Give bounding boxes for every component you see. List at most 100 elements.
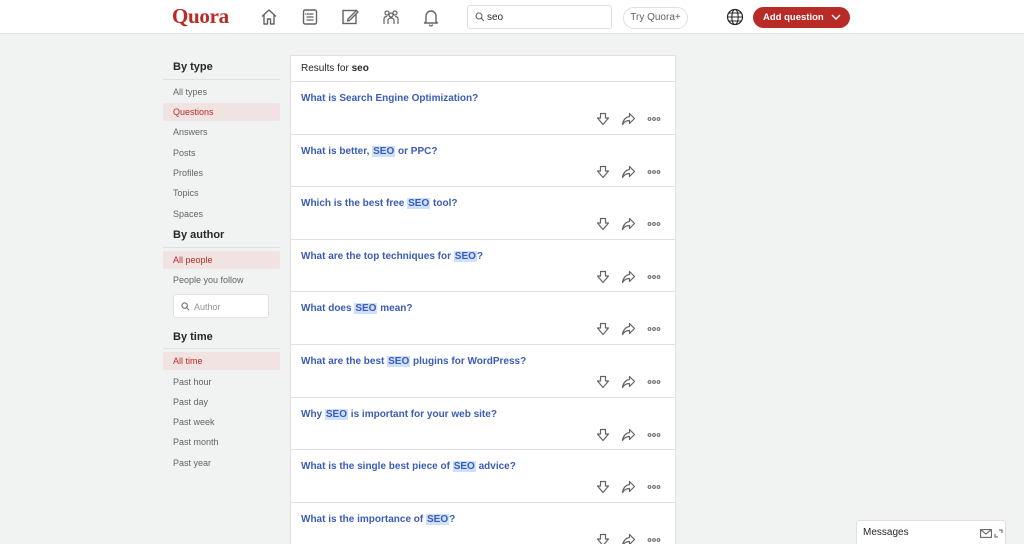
filter-all-time[interactable]: All time	[163, 352, 280, 370]
answer-icon[interactable]	[340, 7, 360, 27]
filter-answers[interactable]: Answers	[163, 123, 280, 141]
downvote-icon[interactable]	[596, 428, 612, 442]
question-title-text: or PPC?	[395, 145, 438, 157]
question-title-link[interactable]: What is the single best piece of SEO adv…	[301, 461, 516, 473]
question-title-link[interactable]: What are the best SEO plugins for WordPr…	[301, 355, 526, 367]
share-icon[interactable]	[621, 217, 637, 231]
by-time-heading: By time	[173, 331, 213, 343]
filter-past-hour[interactable]: Past hour	[163, 373, 280, 391]
question-title-link[interactable]: Why SEO is important for your web site?	[301, 408, 497, 420]
filter-profiles[interactable]: Profiles	[163, 164, 280, 182]
downvote-icon[interactable]	[596, 112, 612, 126]
more-options-icon[interactable]	[647, 375, 663, 389]
author-input[interactable]	[194, 299, 264, 315]
filter-people-you-follow[interactable]: People you follow	[163, 271, 280, 289]
downvote-icon[interactable]	[596, 322, 612, 336]
filter-past-day[interactable]: Past day	[163, 393, 280, 411]
question-title-text: ?	[449, 513, 456, 525]
question-title-link[interactable]: What is the importance of SEO?	[301, 513, 456, 525]
try-quora-plus-button[interactable]: Try Quora+	[623, 7, 688, 29]
query-highlight: SEO	[452, 461, 476, 473]
share-icon[interactable]	[621, 165, 637, 179]
notifications-bell-icon[interactable]	[421, 7, 441, 27]
filter-all-types[interactable]: All types	[163, 83, 280, 101]
question-title-text: What is the importance of	[301, 513, 427, 525]
more-options-icon[interactable]	[647, 428, 663, 442]
more-options-icon[interactable]	[647, 217, 663, 231]
question-title-text: advice?	[475, 461, 516, 473]
question-title-text: What is the single best piece of	[301, 461, 453, 473]
filter-posts[interactable]: Posts	[163, 144, 280, 162]
question-result-row: What is the importance of SEO?	[291, 503, 675, 544]
downvote-icon[interactable]	[596, 165, 612, 179]
following-icon[interactable]	[300, 7, 320, 27]
author-search-box[interactable]	[173, 294, 269, 318]
spaces-icon[interactable]	[381, 7, 401, 27]
question-title-text: What are the top techniques for	[301, 250, 454, 262]
search-icon	[475, 12, 485, 22]
question-title-text: tool?	[430, 198, 458, 210]
question-result-row: Which is the best free SEO tool?	[291, 187, 675, 240]
question-result-row: What are the best SEO plugins for WordPr…	[291, 345, 675, 398]
results-header: Results for seo	[291, 56, 675, 82]
filter-topics[interactable]: Topics	[163, 184, 280, 202]
question-title-text: Which is the best free	[301, 198, 408, 210]
question-title-link[interactable]: What is better, SEO or PPC?	[301, 145, 438, 157]
share-icon[interactable]	[621, 375, 637, 389]
search-input[interactable]	[487, 9, 607, 25]
question-title-text: What does	[301, 303, 355, 315]
messages-dock[interactable]: Messages	[856, 520, 1006, 544]
divider	[163, 247, 280, 248]
more-options-icon[interactable]	[647, 112, 663, 126]
downvote-icon[interactable]	[596, 270, 612, 284]
expand-icon[interactable]	[994, 529, 1003, 538]
add-question-button[interactable]: Add question	[753, 7, 850, 28]
question-title-text: is important for your web site?	[348, 408, 497, 420]
question-title-text: What is better,	[301, 145, 373, 157]
question-title-text: mean?	[377, 303, 413, 315]
filter-past-month[interactable]: Past month	[163, 433, 280, 451]
share-icon[interactable]	[621, 270, 637, 284]
question-title-text: What are the best	[301, 355, 388, 367]
by-author-heading: By author	[173, 229, 225, 241]
question-result-row: Why SEO is important for your web site?	[291, 398, 675, 451]
query-highlight: SEO	[354, 303, 378, 315]
search-box[interactable]	[467, 5, 612, 29]
share-icon[interactable]	[621, 428, 637, 442]
share-icon[interactable]	[621, 480, 637, 494]
question-title-link[interactable]: What are the top techniques for SEO?	[301, 250, 483, 262]
filter-spaces[interactable]: Spaces	[163, 205, 280, 223]
share-icon[interactable]	[621, 112, 637, 126]
quora-logo[interactable]: Quora	[172, 4, 229, 29]
filter-questions[interactable]: Questions	[163, 103, 280, 121]
query-highlight: SEO	[453, 250, 477, 262]
by-type-heading: By type	[173, 61, 213, 73]
share-icon[interactable]	[621, 322, 637, 336]
more-options-icon[interactable]	[647, 322, 663, 336]
more-options-icon[interactable]	[647, 270, 663, 284]
downvote-icon[interactable]	[596, 217, 612, 231]
downvote-icon[interactable]	[596, 375, 612, 389]
chevron-down-icon[interactable]	[831, 14, 841, 21]
downvote-icon[interactable]	[596, 480, 612, 494]
mail-icon[interactable]	[980, 529, 992, 538]
query-highlight: SEO	[426, 513, 450, 525]
filter-past-year[interactable]: Past year	[163, 454, 280, 472]
more-options-icon[interactable]	[647, 480, 663, 494]
filter-all-people[interactable]: All people	[163, 251, 280, 269]
downvote-icon[interactable]	[596, 533, 612, 544]
share-icon[interactable]	[621, 533, 637, 544]
query-highlight: SEO	[324, 408, 349, 420]
question-title-link[interactable]: What does SEO mean?	[301, 303, 413, 315]
question-title-link[interactable]: Which is the best free SEO tool?	[301, 198, 458, 210]
question-list: What is Search Engine Optimization? What …	[291, 82, 675, 544]
filter-past-week[interactable]: Past week	[163, 413, 280, 431]
home-icon[interactable]	[259, 7, 279, 27]
language-globe-icon[interactable]	[726, 8, 744, 26]
divider	[163, 79, 280, 80]
question-result-row: What does SEO mean?	[291, 292, 675, 345]
question-title-link[interactable]: What is Search Engine Optimization?	[301, 93, 478, 104]
more-options-icon[interactable]	[647, 533, 663, 544]
messages-label: Messages	[863, 527, 909, 538]
more-options-icon[interactable]	[647, 165, 663, 179]
